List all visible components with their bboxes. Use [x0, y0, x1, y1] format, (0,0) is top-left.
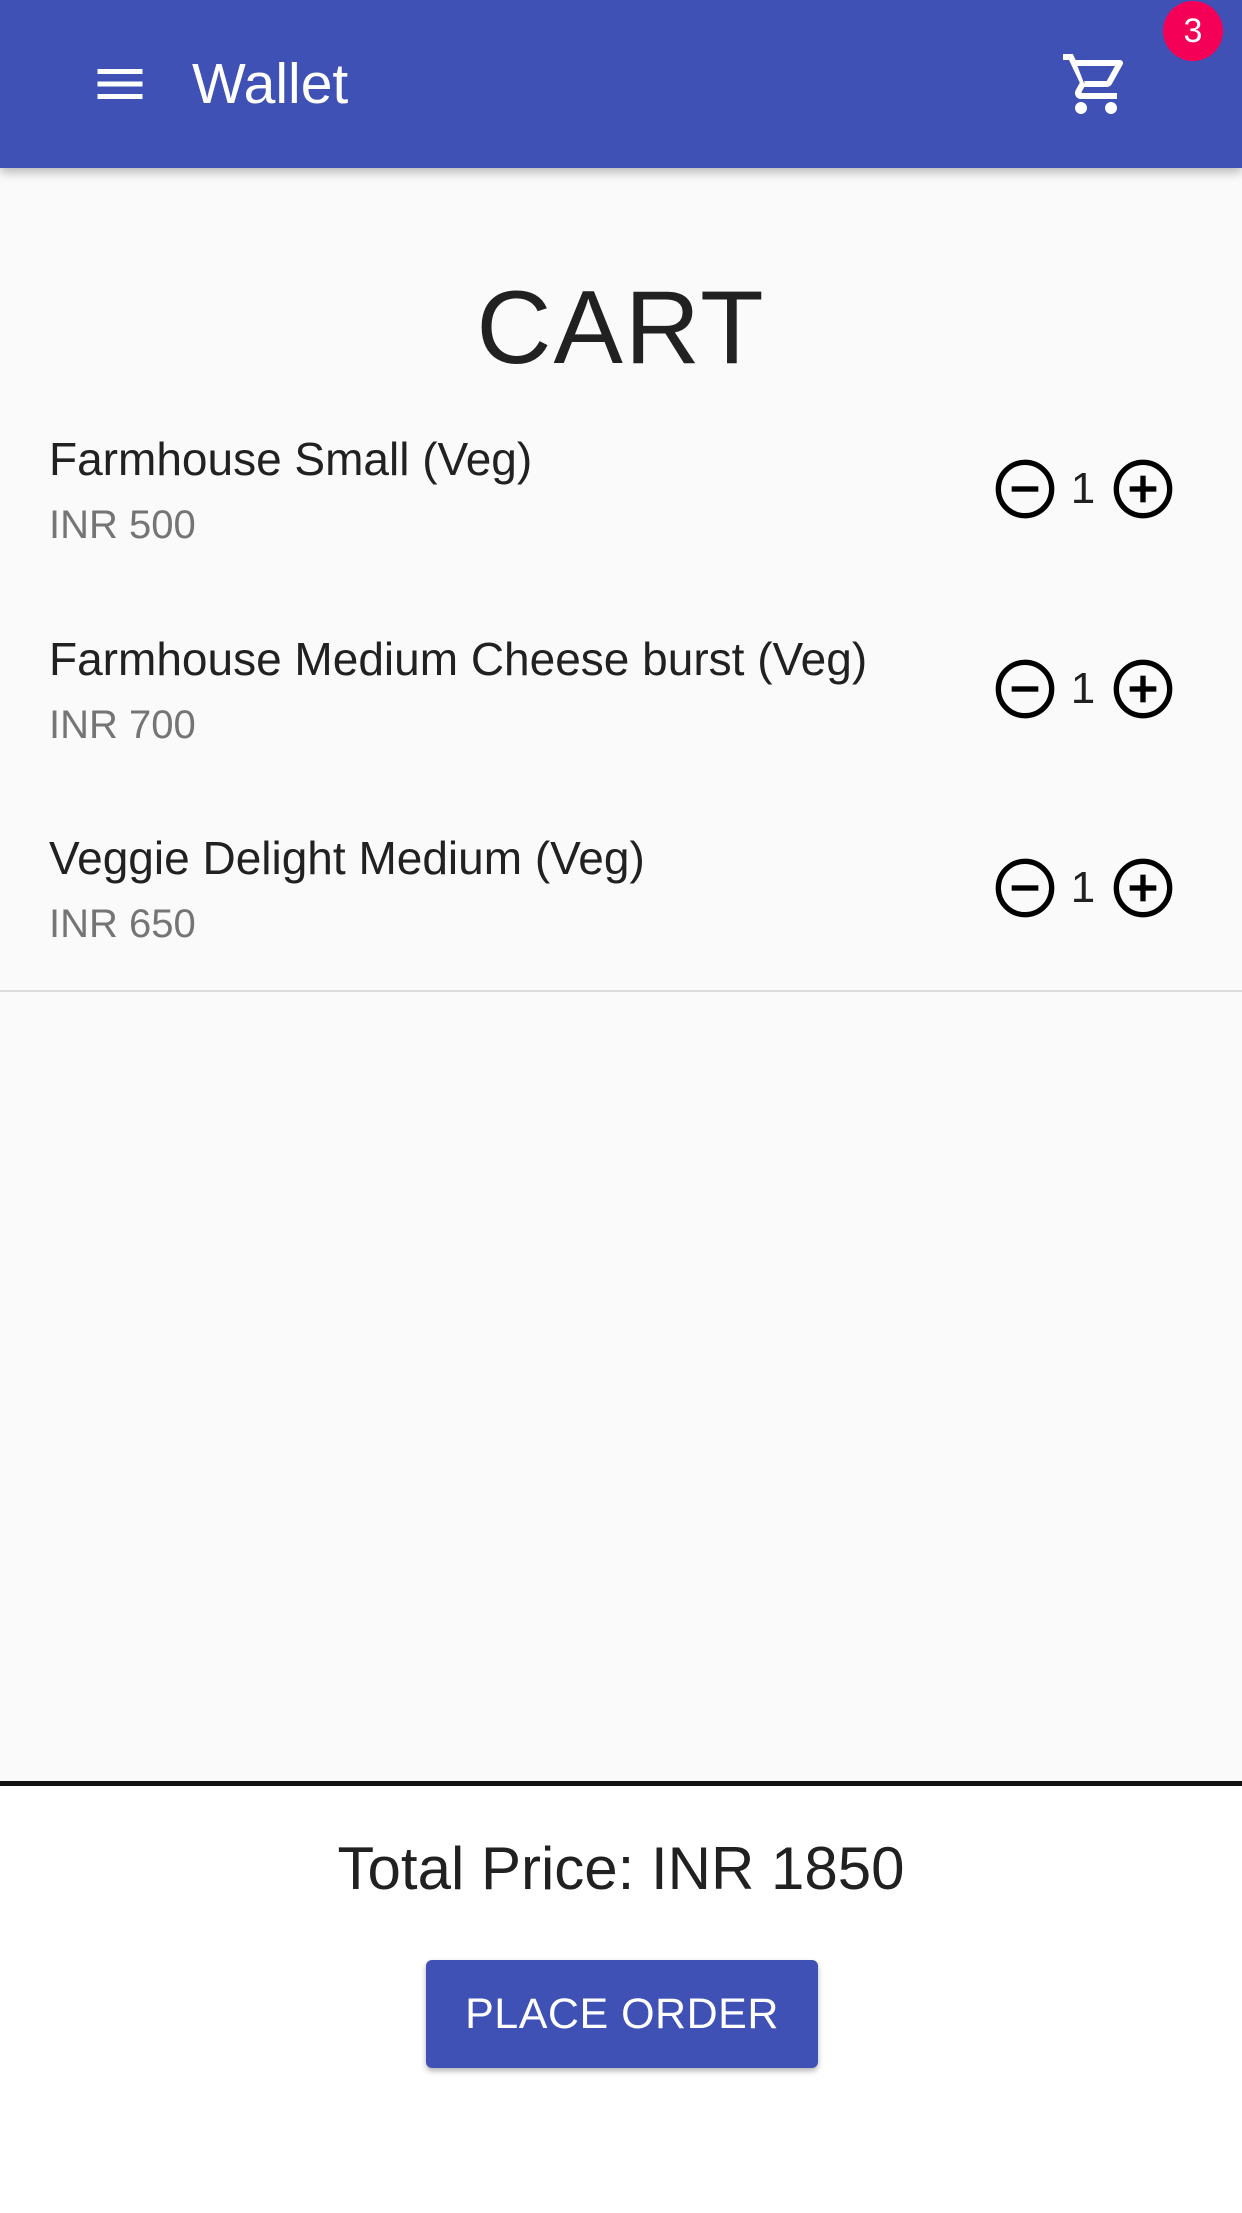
- item-price: INR 650: [49, 902, 196, 946]
- cart-item: Farmhouse Small (Veg) INR 500 1: [0, 400, 1242, 600]
- plus-circle-icon: [1113, 858, 1173, 918]
- cart-button[interactable]: [1054, 42, 1138, 126]
- app-bar: Wallet 3: [0, 0, 1242, 168]
- decrement-button[interactable]: [993, 657, 1057, 721]
- menu-icon: [97, 69, 143, 99]
- cart-badge: 3: [1163, 1, 1223, 61]
- increment-button[interactable]: [1111, 657, 1175, 721]
- minus-circle-icon: [995, 459, 1055, 519]
- decrement-button[interactable]: [993, 856, 1057, 920]
- app-title: Wallet: [192, 52, 349, 116]
- shopping-cart-icon: [1063, 54, 1124, 114]
- item-quantity: 1: [1070, 863, 1096, 912]
- menu-button[interactable]: [74, 44, 166, 124]
- total-price: Total Price: INR 1850: [337, 1835, 905, 1902]
- item-price: INR 500: [49, 503, 196, 547]
- minus-circle-icon: [995, 858, 1055, 918]
- increment-button[interactable]: [1111, 457, 1175, 521]
- decrement-button[interactable]: [993, 457, 1057, 521]
- item-quantity: 1: [1070, 664, 1096, 713]
- order-summary: Total Price: INR 1850 PLACE ORDER: [0, 1781, 1242, 2213]
- item-name: Veggie Delight Medium (Veg): [49, 832, 645, 884]
- place-order-button[interactable]: PLACE ORDER: [426, 1960, 818, 2068]
- item-name: Farmhouse Medium Cheese burst (Veg): [49, 633, 868, 685]
- cart-list: Farmhouse Small (Veg) INR 500 1 Farmhous…: [0, 400, 1242, 992]
- item-price: INR 700: [49, 703, 196, 747]
- plus-circle-icon: [1113, 659, 1173, 719]
- minus-circle-icon: [995, 659, 1055, 719]
- item-quantity: 1: [1070, 464, 1096, 513]
- increment-button[interactable]: [1111, 856, 1175, 920]
- item-name: Farmhouse Small (Veg): [49, 433, 533, 485]
- cart-item: Veggie Delight Medium (Veg) INR 650 1: [0, 799, 1242, 999]
- cart-heading: CART: [476, 270, 766, 386]
- cart-item: Farmhouse Medium Cheese burst (Veg) INR …: [0, 600, 1242, 800]
- plus-circle-icon: [1113, 459, 1173, 519]
